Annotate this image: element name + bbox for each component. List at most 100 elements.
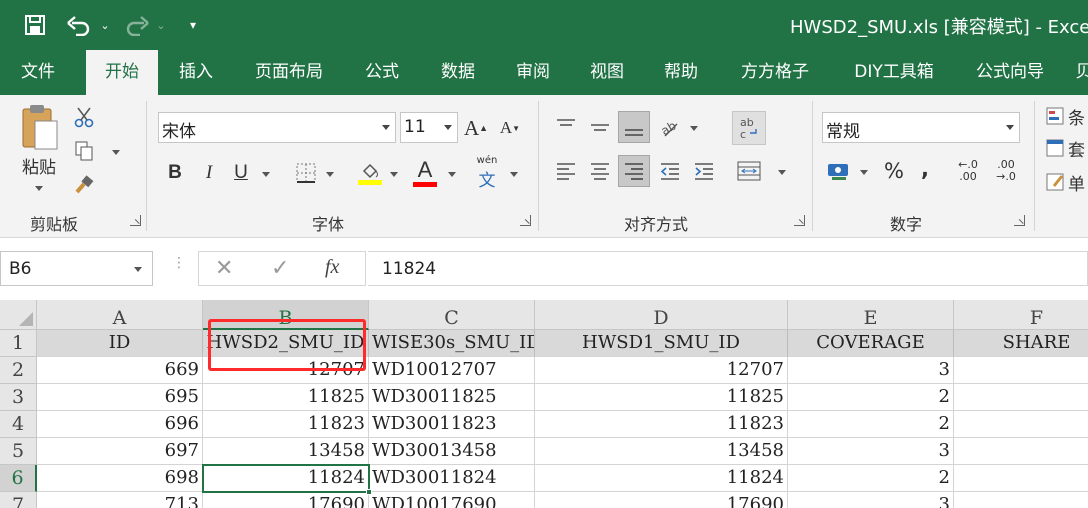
decrease-indent-icon[interactable]	[656, 157, 684, 185]
paste-button[interactable]: 粘贴	[14, 103, 64, 203]
table-cell[interactable]: 13458	[535, 438, 788, 465]
percent-style-button[interactable]: %	[880, 157, 908, 185]
borders-icon[interactable]	[292, 159, 320, 187]
table-cell[interactable]: 3	[788, 438, 954, 465]
phonetic-dropdown-icon[interactable]	[508, 169, 520, 179]
table-cell[interactable]: 669	[37, 357, 203, 384]
table-cell[interactable]: 11823	[203, 411, 369, 438]
table-cell[interactable]: 3	[788, 492, 954, 508]
align-right-icon[interactable]	[618, 155, 650, 187]
table-cell[interactable]: 11823	[535, 411, 788, 438]
table-cell[interactable]: WD10012707	[369, 357, 535, 384]
merge-dropdown-icon[interactable]	[776, 167, 788, 177]
tab-fangfang[interactable]: 方方格子	[728, 50, 822, 95]
tab-insert[interactable]: 插入	[162, 50, 230, 95]
underline-dropdown-icon[interactable]	[260, 169, 272, 179]
increase-indent-icon[interactable]	[690, 157, 718, 185]
table-cell[interactable]: 1	[954, 384, 1088, 411]
table-cell[interactable]: WD30011825	[369, 384, 535, 411]
undo-dropdown-icon[interactable]: ⌄	[98, 12, 112, 38]
align-top-icon[interactable]	[552, 113, 580, 141]
table-cell[interactable]: 696	[37, 411, 203, 438]
clipboard-dialog-launcher[interactable]	[130, 215, 141, 226]
table-cell[interactable]: 2	[788, 465, 954, 492]
borders-dropdown-icon[interactable]	[324, 169, 336, 179]
paste-dropdown-icon[interactable]	[35, 186, 43, 191]
decrease-decimal-icon[interactable]: .00 →.0	[990, 157, 1022, 185]
table-cell[interactable]: 697	[37, 438, 203, 465]
formula-input[interactable]: 11824	[368, 251, 1088, 286]
table-cell[interactable]	[954, 357, 1088, 384]
table-cell[interactable]: 2	[788, 411, 954, 438]
increase-font-size-icon[interactable]: A ▲	[464, 115, 488, 141]
table-cell[interactable]: 11825	[203, 384, 369, 411]
tab-home[interactable]: 开始	[86, 50, 158, 95]
name-box[interactable]: B6	[0, 251, 153, 286]
decrease-font-size-icon[interactable]: A ▼	[498, 115, 522, 141]
header-cell[interactable]: COVERAGE	[788, 330, 954, 357]
column-header-d[interactable]: D	[535, 300, 788, 330]
font-color-icon[interactable]: A	[410, 155, 440, 189]
chevron-down-icon[interactable]	[134, 267, 142, 272]
cell-styles-button[interactable]: 单	[1046, 169, 1088, 195]
table-cell[interactable]: 1	[954, 411, 1088, 438]
table-cell[interactable]: 1	[954, 465, 1088, 492]
bold-button[interactable]: B	[162, 159, 188, 187]
table-cell[interactable]: 17690	[535, 492, 788, 508]
table-cell[interactable]: WD30013458	[369, 438, 535, 465]
formula-bar-splitter[interactable]: ⋮	[172, 256, 186, 278]
tab-file[interactable]: 文件	[0, 50, 76, 95]
font-color-dropdown-icon[interactable]	[446, 169, 458, 179]
number-format-combo[interactable]: 常规	[822, 112, 1020, 143]
row-header-7[interactable]: 7	[0, 492, 37, 508]
header-cell[interactable]: WISE30s_SMU_ID	[369, 330, 535, 357]
fill-handle[interactable]	[366, 489, 372, 495]
fill-color-dropdown-icon[interactable]	[388, 169, 400, 179]
format-as-table-button[interactable]: 套	[1046, 135, 1088, 161]
accounting-format-icon[interactable]	[824, 157, 854, 185]
table-cell[interactable]: 3	[788, 357, 954, 384]
comma-style-button[interactable]: ,	[914, 155, 936, 183]
save-icon[interactable]	[22, 12, 48, 38]
table-cell[interactable]: 713	[37, 492, 203, 508]
tab-partial[interactable]: 贝	[1074, 50, 1088, 95]
chevron-down-icon[interactable]	[382, 125, 390, 130]
alignment-dialog-launcher[interactable]	[794, 215, 805, 226]
table-cell[interactable]: 11825	[535, 384, 788, 411]
merge-center-icon[interactable]	[732, 155, 766, 187]
font-dialog-launcher[interactable]	[520, 215, 531, 226]
tab-review[interactable]: 审阅	[502, 50, 564, 95]
align-left-icon[interactable]	[552, 157, 580, 185]
increase-decimal-icon[interactable]: ←.0.00	[952, 157, 984, 185]
table-cell[interactable]: WD10017690	[369, 492, 535, 508]
number-dialog-launcher[interactable]	[1014, 215, 1025, 226]
format-painter-icon[interactable]	[72, 173, 96, 197]
align-center-icon[interactable]	[586, 157, 614, 185]
tab-view[interactable]: 视图	[576, 50, 638, 95]
tab-help[interactable]: 帮助	[650, 50, 712, 95]
column-header-c[interactable]: C	[369, 300, 535, 330]
row-header-2[interactable]: 2	[0, 357, 37, 384]
column-header-e[interactable]: E	[788, 300, 954, 330]
table-cell[interactable]: 698	[37, 465, 203, 492]
italic-button[interactable]: I	[196, 159, 222, 187]
row-header-1[interactable]: 1	[0, 330, 37, 357]
cut-icon[interactable]	[72, 105, 96, 129]
chevron-down-icon[interactable]	[1006, 125, 1014, 130]
row-header-3[interactable]: 3	[0, 384, 37, 411]
align-middle-icon[interactable]	[586, 113, 614, 141]
header-cell[interactable]: SHARE	[954, 330, 1088, 357]
conditional-formatting-button[interactable]: 条	[1046, 103, 1088, 129]
customize-qat-icon[interactable]: ▾	[185, 12, 201, 38]
select-all-button[interactable]	[0, 300, 37, 330]
fill-color-icon[interactable]	[356, 157, 384, 189]
tab-data[interactable]: 数据	[426, 50, 490, 95]
copy-dropdown-icon[interactable]	[110, 147, 122, 157]
row-header-6[interactable]: 6	[0, 465, 37, 492]
table-cell[interactable]: 1	[954, 438, 1088, 465]
orientation-dropdown-icon[interactable]	[688, 123, 700, 133]
chevron-down-icon[interactable]	[444, 125, 452, 130]
wrap-text-icon[interactable]: ab c	[732, 111, 766, 145]
header-cell[interactable]: ID	[37, 330, 203, 357]
table-cell[interactable]: 13458	[203, 438, 369, 465]
